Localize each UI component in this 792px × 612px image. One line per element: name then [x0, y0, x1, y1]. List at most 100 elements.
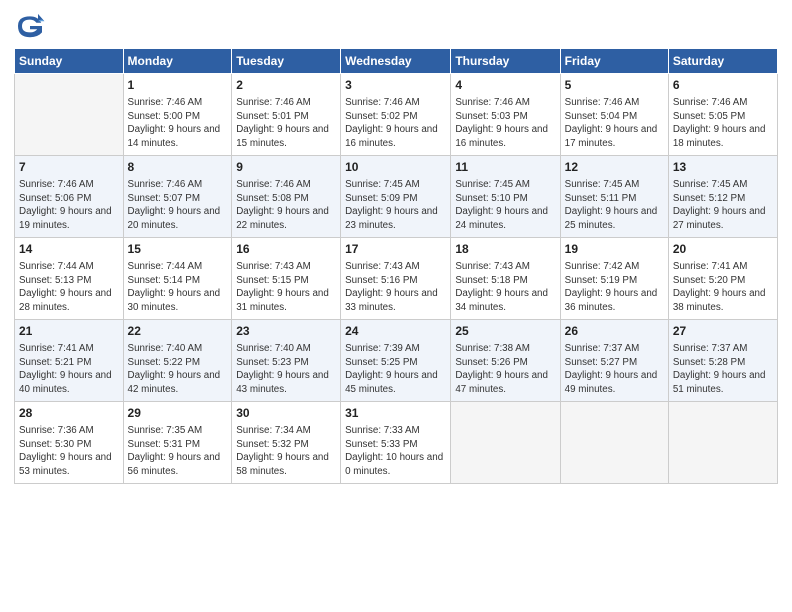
- day-number: 15: [128, 241, 228, 258]
- day-number: 6: [673, 77, 773, 94]
- week-row-2: 7 Sunrise: 7:46 AM Sunset: 5:06 PM Daylig…: [15, 156, 778, 238]
- day-cell: 27 Sunrise: 7:37 AM Sunset: 5:28 PM Dayli…: [668, 320, 777, 402]
- day-cell: [668, 402, 777, 484]
- header-day-sunday: Sunday: [15, 49, 124, 74]
- calendar-body: 1 Sunrise: 7:46 AM Sunset: 5:00 PM Daylig…: [15, 74, 778, 484]
- header-day-thursday: Thursday: [451, 49, 560, 74]
- day-number: 3: [345, 77, 446, 94]
- header-day-tuesday: Tuesday: [232, 49, 341, 74]
- day-number: 19: [565, 241, 664, 258]
- day-number: 17: [345, 241, 446, 258]
- day-cell: 11 Sunrise: 7:45 AM Sunset: 5:10 PM Dayli…: [451, 156, 560, 238]
- day-info: Sunrise: 7:43 AM Sunset: 5:15 PM Dayligh…: [236, 260, 336, 315]
- day-cell: [560, 402, 668, 484]
- day-cell: 12 Sunrise: 7:45 AM Sunset: 5:11 PM Dayli…: [560, 156, 668, 238]
- day-info: Sunrise: 7:34 AM Sunset: 5:32 PM Dayligh…: [236, 424, 336, 479]
- day-number: 22: [128, 323, 228, 340]
- day-cell: 14Sunrise: 7:44 AM Sunset: 5:13 PM Dayli…: [15, 238, 124, 320]
- day-info: Sunrise: 7:46 AM Sunset: 5:08 PM Dayligh…: [236, 178, 336, 233]
- day-info: Sunrise: 7:43 AM Sunset: 5:16 PM Dayligh…: [345, 260, 446, 315]
- day-cell: 31Sunrise: 7:33 AM Sunset: 5:33 PM Dayli…: [341, 402, 451, 484]
- day-cell: 6 Sunrise: 7:46 AM Sunset: 5:05 PM Daylig…: [668, 74, 777, 156]
- page-container: SundayMondayTuesdayWednesdayThursdayFrid…: [0, 0, 792, 494]
- day-number: 2: [236, 77, 336, 94]
- header-day-wednesday: Wednesday: [341, 49, 451, 74]
- day-cell: 26 Sunrise: 7:37 AM Sunset: 5:27 PM Dayli…: [560, 320, 668, 402]
- day-cell: 24 Sunrise: 7:39 AM Sunset: 5:25 PM Dayli…: [341, 320, 451, 402]
- day-number: 25: [455, 323, 555, 340]
- day-number: 13: [673, 159, 773, 176]
- day-cell: 29 Sunrise: 7:35 AM Sunset: 5:31 PM Dayli…: [123, 402, 232, 484]
- day-info: Sunrise: 7:43 AM Sunset: 5:18 PM Dayligh…: [455, 260, 555, 315]
- day-cell: 1 Sunrise: 7:46 AM Sunset: 5:00 PM Daylig…: [123, 74, 232, 156]
- day-info: Sunrise: 7:37 AM Sunset: 5:28 PM Dayligh…: [673, 342, 773, 397]
- week-row-3: 14Sunrise: 7:44 AM Sunset: 5:13 PM Dayli…: [15, 238, 778, 320]
- day-info: Sunrise: 7:46 AM Sunset: 5:00 PM Dayligh…: [128, 96, 228, 151]
- day-cell: [451, 402, 560, 484]
- day-info: Sunrise: 7:36 AM Sunset: 5:30 PM Dayligh…: [19, 424, 119, 479]
- day-number: 23: [236, 323, 336, 340]
- day-info: Sunrise: 7:42 AM Sunset: 5:19 PM Dayligh…: [565, 260, 664, 315]
- day-info: Sunrise: 7:44 AM Sunset: 5:14 PM Dayligh…: [128, 260, 228, 315]
- day-cell: 13 Sunrise: 7:45 AM Sunset: 5:12 PM Dayli…: [668, 156, 777, 238]
- day-info: Sunrise: 7:39 AM Sunset: 5:25 PM Dayligh…: [345, 342, 446, 397]
- day-info: Sunrise: 7:46 AM Sunset: 5:04 PM Dayligh…: [565, 96, 664, 151]
- day-number: 26: [565, 323, 664, 340]
- day-info: Sunrise: 7:46 AM Sunset: 5:06 PM Dayligh…: [19, 178, 119, 233]
- day-cell: 19 Sunrise: 7:42 AM Sunset: 5:19 PM Dayli…: [560, 238, 668, 320]
- day-cell: 7 Sunrise: 7:46 AM Sunset: 5:06 PM Daylig…: [15, 156, 124, 238]
- header: [14, 10, 778, 42]
- day-cell: 28Sunrise: 7:36 AM Sunset: 5:30 PM Dayli…: [15, 402, 124, 484]
- header-day-friday: Friday: [560, 49, 668, 74]
- day-number: 9: [236, 159, 336, 176]
- day-cell: 5 Sunrise: 7:46 AM Sunset: 5:04 PM Daylig…: [560, 74, 668, 156]
- day-number: 14: [19, 241, 119, 258]
- day-number: 10: [345, 159, 446, 176]
- day-cell: 23Sunrise: 7:40 AM Sunset: 5:23 PM Dayli…: [232, 320, 341, 402]
- day-info: Sunrise: 7:45 AM Sunset: 5:12 PM Dayligh…: [673, 178, 773, 233]
- day-cell: 2 Sunrise: 7:46 AM Sunset: 5:01 PM Daylig…: [232, 74, 341, 156]
- day-number: 30: [236, 405, 336, 422]
- calendar-table: SundayMondayTuesdayWednesdayThursdayFrid…: [14, 48, 778, 484]
- day-number: 16: [236, 241, 336, 258]
- day-cell: 8Sunrise: 7:46 AM Sunset: 5:07 PM Daylig…: [123, 156, 232, 238]
- week-row-5: 28Sunrise: 7:36 AM Sunset: 5:30 PM Dayli…: [15, 402, 778, 484]
- calendar-header: SundayMondayTuesdayWednesdayThursdayFrid…: [15, 49, 778, 74]
- day-number: 11: [455, 159, 555, 176]
- day-info: Sunrise: 7:46 AM Sunset: 5:01 PM Dayligh…: [236, 96, 336, 151]
- day-info: Sunrise: 7:45 AM Sunset: 5:10 PM Dayligh…: [455, 178, 555, 233]
- day-cell: 22 Sunrise: 7:40 AM Sunset: 5:22 PM Dayli…: [123, 320, 232, 402]
- day-number: 29: [128, 405, 228, 422]
- day-info: Sunrise: 7:40 AM Sunset: 5:22 PM Dayligh…: [128, 342, 228, 397]
- header-row: SundayMondayTuesdayWednesdayThursdayFrid…: [15, 49, 778, 74]
- day-cell: 9 Sunrise: 7:46 AM Sunset: 5:08 PM Daylig…: [232, 156, 341, 238]
- day-info: Sunrise: 7:46 AM Sunset: 5:03 PM Dayligh…: [455, 96, 555, 151]
- day-info: Sunrise: 7:38 AM Sunset: 5:26 PM Dayligh…: [455, 342, 555, 397]
- day-number: 31: [345, 405, 446, 422]
- day-cell: 18 Sunrise: 7:43 AM Sunset: 5:18 PM Dayli…: [451, 238, 560, 320]
- logo-icon: [14, 10, 46, 42]
- day-number: 21: [19, 323, 119, 340]
- day-info: Sunrise: 7:45 AM Sunset: 5:09 PM Dayligh…: [345, 178, 446, 233]
- day-number: 12: [565, 159, 664, 176]
- day-info: Sunrise: 7:41 AM Sunset: 5:21 PM Dayligh…: [19, 342, 119, 397]
- day-cell: [15, 74, 124, 156]
- header-day-monday: Monday: [123, 49, 232, 74]
- day-info: Sunrise: 7:35 AM Sunset: 5:31 PM Dayligh…: [128, 424, 228, 479]
- day-number: 18: [455, 241, 555, 258]
- day-info: Sunrise: 7:37 AM Sunset: 5:27 PM Dayligh…: [565, 342, 664, 397]
- day-number: 1: [128, 77, 228, 94]
- day-number: 27: [673, 323, 773, 340]
- day-info: Sunrise: 7:46 AM Sunset: 5:05 PM Dayligh…: [673, 96, 773, 151]
- day-cell: 3Sunrise: 7:46 AM Sunset: 5:02 PM Daylig…: [341, 74, 451, 156]
- week-row-1: 1 Sunrise: 7:46 AM Sunset: 5:00 PM Daylig…: [15, 74, 778, 156]
- logo: [14, 10, 48, 42]
- day-number: 7: [19, 159, 119, 176]
- day-number: 20: [673, 241, 773, 258]
- day-info: Sunrise: 7:45 AM Sunset: 5:11 PM Dayligh…: [565, 178, 664, 233]
- day-cell: 30 Sunrise: 7:34 AM Sunset: 5:32 PM Dayli…: [232, 402, 341, 484]
- day-cell: 10 Sunrise: 7:45 AM Sunset: 5:09 PM Dayli…: [341, 156, 451, 238]
- day-cell: 17 Sunrise: 7:43 AM Sunset: 5:16 PM Dayli…: [341, 238, 451, 320]
- day-number: 5: [565, 77, 664, 94]
- day-number: 24: [345, 323, 446, 340]
